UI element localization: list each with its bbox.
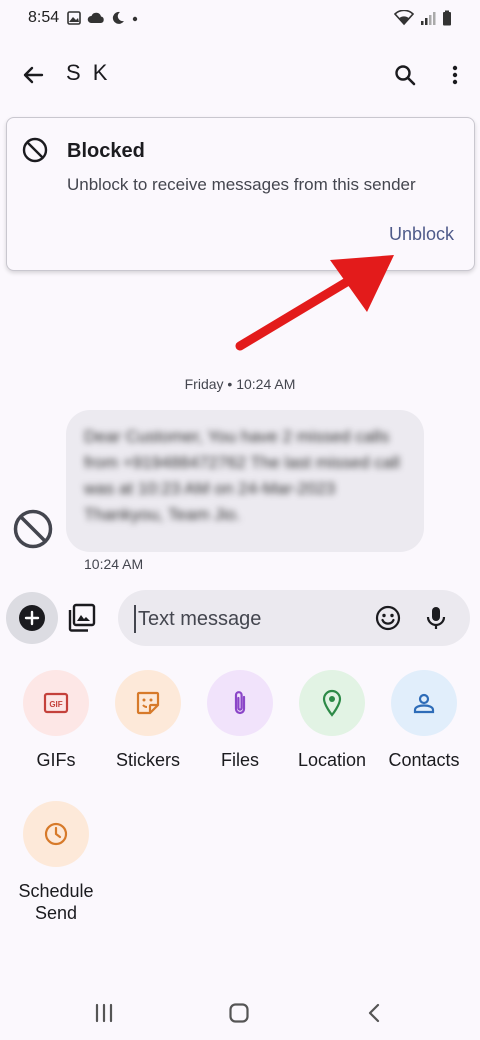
contacts-label: Contacts xyxy=(388,750,460,770)
schedule-send-circle xyxy=(23,801,89,867)
attach-toggle-button[interactable] xyxy=(6,592,58,644)
sticker-icon xyxy=(136,691,160,715)
annotation-arrow xyxy=(235,255,394,351)
signal-icon xyxy=(421,12,436,25)
unblock-button[interactable]: Unblock xyxy=(383,220,460,249)
attach-contacts-button[interactable]: Contacts xyxy=(378,670,470,771)
attach-stickers-button[interactable]: Stickers xyxy=(102,670,194,771)
search-icon xyxy=(395,65,416,86)
gif-icon: GIF xyxy=(43,692,69,714)
contacts-circle xyxy=(391,670,457,736)
attach-files-button[interactable]: Files xyxy=(194,670,286,771)
message-field[interactable] xyxy=(118,590,470,646)
dot-icon xyxy=(132,16,138,22)
stickers-label: Stickers xyxy=(115,750,180,770)
person-icon xyxy=(413,693,435,714)
gifs-circle: GIF xyxy=(23,670,89,736)
status-time: 8:54 xyxy=(28,9,60,26)
schedule-send-label: Schedule Send xyxy=(18,881,94,923)
emoji-icon[interactable] xyxy=(374,604,402,632)
wifi-icon xyxy=(394,10,414,26)
blocked-banner: Blocked Unblock to receive messages from… xyxy=(6,117,475,271)
message-bubble[interactable]: Dear Customer, You have 2 missed calls f… xyxy=(66,410,424,552)
location-pin-icon xyxy=(322,689,342,717)
gallery-add-icon[interactable] xyxy=(66,602,98,634)
paperclip-icon xyxy=(234,691,246,715)
search-button[interactable] xyxy=(390,60,420,90)
files-circle xyxy=(207,670,273,736)
blocked-sender-avatar[interactable] xyxy=(12,508,54,550)
back-arrow-icon xyxy=(23,66,44,84)
gallery-icon xyxy=(67,11,81,25)
more-vert-icon xyxy=(452,65,458,85)
more-options-button[interactable] xyxy=(440,60,470,90)
compose-bar xyxy=(0,588,480,648)
stickers-circle xyxy=(115,670,181,736)
attach-location-button[interactable]: Location xyxy=(286,670,378,771)
date-divider: Friday • 10:24 AM xyxy=(184,376,296,392)
message-timestamp: 10:24 AM xyxy=(84,556,144,572)
gifs-label: GIFs xyxy=(36,750,76,770)
contact-name[interactable]: S K xyxy=(66,60,110,86)
home-icon[interactable] xyxy=(228,1002,250,1024)
back-button[interactable] xyxy=(18,60,48,90)
conversation-header: S K xyxy=(0,50,480,98)
system-nav-bar xyxy=(0,990,480,1036)
blocked-title: Blocked xyxy=(67,140,145,162)
blocked-description: Unblock to receive messages from this se… xyxy=(67,175,416,194)
location-circle xyxy=(299,670,365,736)
svg-text:GIF: GIF xyxy=(49,700,62,709)
clock-icon xyxy=(44,822,68,846)
block-icon xyxy=(22,137,48,163)
back-icon[interactable] xyxy=(364,1002,384,1024)
moon-icon xyxy=(113,11,125,24)
files-label: Files xyxy=(220,750,259,770)
recents-icon[interactable] xyxy=(93,1003,115,1023)
battery-icon xyxy=(443,10,451,26)
location-label: Location xyxy=(297,750,367,770)
attach-gifs-button[interactable]: GIF GIFs xyxy=(10,670,102,771)
cloud-icon xyxy=(87,12,104,23)
message-input[interactable] xyxy=(134,605,364,633)
status-bar: 8:54 xyxy=(0,0,480,36)
add-icon xyxy=(24,610,40,626)
message-text: Dear Customer, You have 2 missed calls f… xyxy=(84,427,400,524)
mic-icon[interactable] xyxy=(422,604,450,632)
attach-schedule-send-button[interactable]: Schedule Send xyxy=(10,801,102,924)
